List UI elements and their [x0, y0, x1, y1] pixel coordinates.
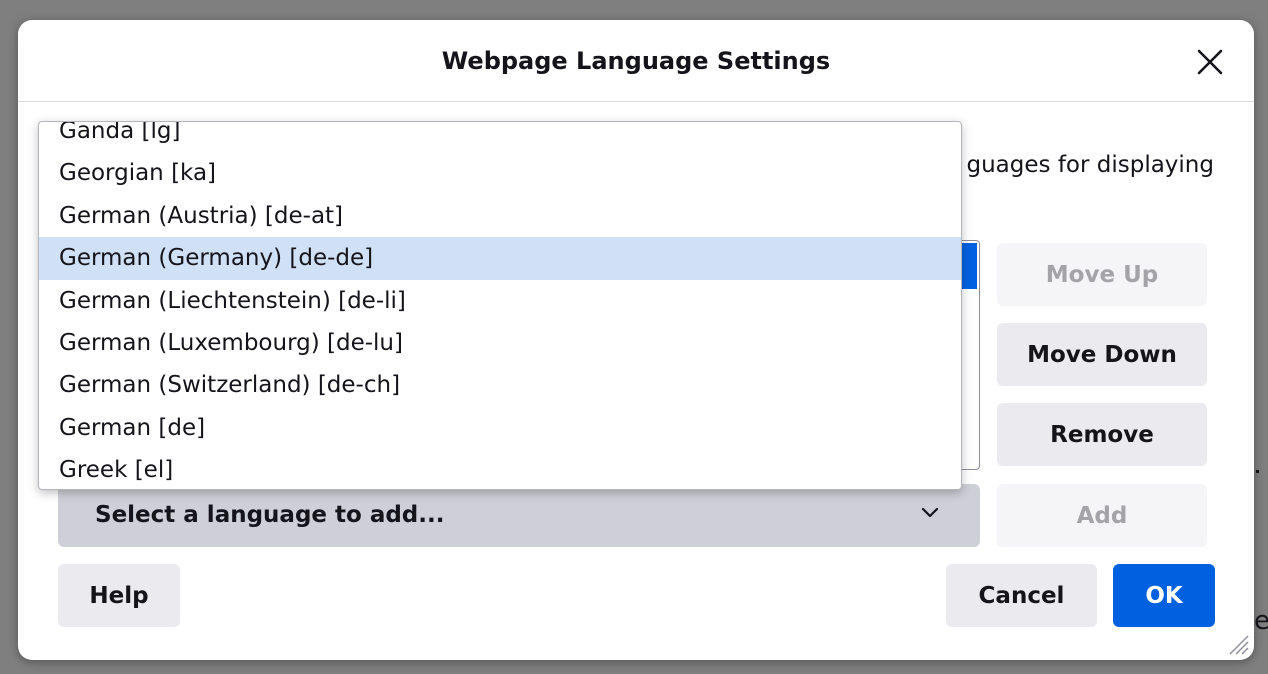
- language-option[interactable]: German [de]: [39, 407, 961, 449]
- move-up-button[interactable]: Move Up: [997, 243, 1207, 306]
- move-down-button[interactable]: Move Down: [997, 323, 1207, 386]
- language-option[interactable]: German (Luxembourg) [de-lu]: [39, 322, 961, 364]
- language-option-highlighted[interactable]: German (Germany) [de-de]: [39, 237, 961, 280]
- language-dropdown-popup[interactable]: Ganda [lg] Georgian [ka] German (Austria…: [38, 121, 962, 490]
- remove-button[interactable]: Remove: [997, 403, 1207, 466]
- background-text-fragment: e: [1254, 606, 1268, 636]
- dialog-header: Webpage Language Settings: [18, 20, 1254, 102]
- chevron-down-icon: [921, 507, 939, 518]
- add-language-select[interactable]: Select a language to add...: [58, 484, 980, 547]
- close-icon: [1197, 49, 1223, 75]
- language-options-list: Ganda [lg] Georgian [ka] German (Austria…: [39, 122, 961, 489]
- language-option[interactable]: Ganda [lg]: [39, 122, 961, 152]
- ok-button[interactable]: OK: [1113, 564, 1215, 627]
- language-option[interactable]: German (Liechtenstein) [de-li]: [39, 280, 961, 322]
- cancel-button[interactable]: Cancel: [946, 564, 1097, 627]
- language-option[interactable]: German (Austria) [de-at]: [39, 195, 961, 237]
- close-button[interactable]: [1190, 42, 1230, 82]
- add-button[interactable]: Add: [997, 484, 1207, 547]
- dialog-title: Webpage Language Settings: [441, 47, 831, 75]
- add-language-select-label: Select a language to add...: [95, 502, 445, 528]
- language-option[interactable]: German (Switzerland) [de-ch]: [39, 364, 961, 406]
- background-punctuation: [1256, 470, 1259, 473]
- language-option[interactable]: Georgian [ka]: [39, 152, 961, 194]
- help-button[interactable]: Help: [58, 564, 180, 627]
- resize-grip-icon[interactable]: [1224, 630, 1250, 656]
- language-option[interactable]: Greek [el]: [39, 449, 961, 489]
